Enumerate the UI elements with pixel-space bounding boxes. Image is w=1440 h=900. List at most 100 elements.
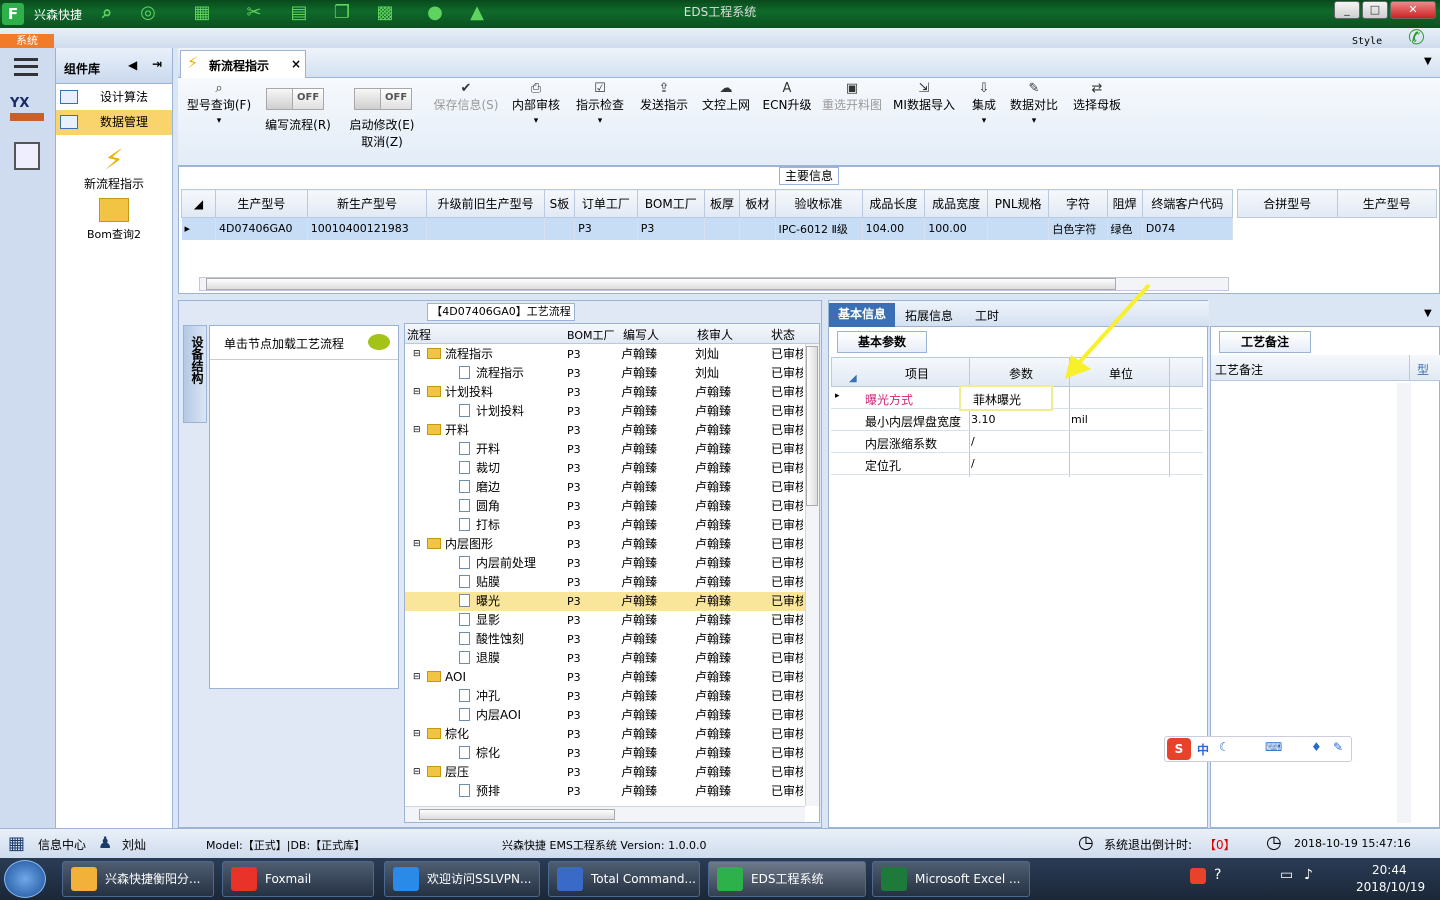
- notes-scrollbar[interactable]: [1397, 383, 1411, 823]
- tree-row[interactable]: 内层AOI P3 卢翰臻 卢翰臻 已审核: [405, 706, 819, 725]
- table-cell[interactable]: [544, 217, 576, 240]
- edit-flow-toggle[interactable]: OFF: [266, 88, 324, 110]
- tree-node[interactable]: 磨边: [459, 478, 559, 497]
- integrate-button[interactable]: ⇩ 集成 ▾: [966, 82, 1002, 128]
- col-header[interactable]: 板厚: [703, 189, 741, 218]
- tree-node[interactable]: 内层AOI: [459, 706, 559, 725]
- tab-close-icon[interactable]: ×: [291, 57, 301, 71]
- save-info-button[interactable]: ✔ 保存信息(S): [428, 82, 504, 113]
- tab-new-flow[interactable]: ⚡ 新流程指示 ×: [180, 50, 306, 78]
- start-modify-toggle[interactable]: OFF: [354, 88, 412, 110]
- tree-node[interactable]: 棕化: [427, 725, 557, 744]
- tree-row[interactable]: 开料 P3 卢翰臻 卢翰臻 已审核: [405, 440, 819, 459]
- table-cell[interactable]: 绿色: [1107, 217, 1143, 240]
- collapse-left-icon[interactable]: ◀: [128, 58, 137, 72]
- process-tree-grid[interactable]: 流程 BOM工厂 编写人 核审人 状态 流程指示⊟P3卢翰臻刘灿已审核流程指示P…: [404, 323, 820, 823]
- data-compare-button[interactable]: ✎ 数据对比 ▾: [1008, 82, 1060, 128]
- tree-node[interactable]: 层压: [427, 763, 557, 782]
- basic-params-tab[interactable]: 基本参数: [837, 331, 927, 353]
- collapse-toggle-icon[interactable]: ⊟: [413, 345, 421, 364]
- tree-node[interactable]: 计划投料: [427, 383, 557, 402]
- style-menu[interactable]: Style: [1352, 36, 1382, 47]
- tree-node[interactable]: 预排: [459, 782, 559, 801]
- tab-extended-info[interactable]: 拓展信息: [905, 307, 953, 324]
- table-cell[interactable]: D074: [1142, 217, 1234, 240]
- tree-row[interactable]: 内层图形 ⊟ P3 卢翰臻 卢翰臻 已审核: [405, 535, 819, 554]
- col-header[interactable]: 订单工厂: [574, 189, 638, 218]
- taskbar-item-total-commander[interactable]: Total Command...: [548, 861, 700, 897]
- collapse-toggle-icon[interactable]: ⊟: [413, 668, 421, 687]
- start-button[interactable]: [4, 860, 46, 898]
- tree-row[interactable]: 流程指示 P3 卢翰臻 刘灿 已审核: [405, 364, 819, 383]
- tree-node[interactable]: AOI: [427, 668, 557, 687]
- side-tab-equipment[interactable]: 设备结构: [183, 325, 207, 423]
- taskbar-item-xingsen[interactable]: 兴森快捷衡阳分...: [62, 861, 214, 897]
- calculator-icon[interactable]: [14, 142, 40, 170]
- col-header[interactable]: 升级前旧生产型号: [426, 189, 545, 218]
- tab-basic-info[interactable]: 基本信息: [829, 303, 895, 327]
- tree-row[interactable]: 贴膜 P3 卢翰臻 卢翰臻 已审核: [405, 573, 819, 592]
- table-cell[interactable]: 白色字符: [1048, 217, 1108, 240]
- col-header[interactable]: 字符: [1048, 189, 1108, 218]
- tree-row[interactable]: 层压 ⊟ P3 卢翰臻 卢翰臻 已审核: [405, 763, 819, 782]
- table-cell[interactable]: [426, 217, 545, 240]
- col-header[interactable]: 阻焊: [1106, 189, 1143, 218]
- close-button[interactable]: ✕: [1390, 1, 1436, 19]
- collapse-toggle-icon[interactable]: ⊟: [413, 725, 421, 744]
- table-cell[interactable]: IPC-6012 Ⅱ级: [775, 217, 863, 240]
- param-value[interactable]: 3.10: [971, 413, 996, 426]
- send-instruction-button[interactable]: ⇪ 发送指示: [638, 82, 690, 113]
- tray-network-icon[interactable]: ▭: [1280, 867, 1293, 883]
- taskbar-item-excel[interactable]: Microsoft Excel ...: [872, 861, 1030, 897]
- col-header[interactable]: 验收标准: [774, 189, 863, 218]
- param-row[interactable]: 定位孔 /: [831, 453, 1203, 475]
- tree-node[interactable]: 开料: [459, 440, 559, 459]
- phone-icon[interactable]: ✆: [1408, 25, 1425, 49]
- param-row[interactable]: 内层涨缩系数 /: [831, 431, 1203, 453]
- tree-vertical-scrollbar[interactable]: [805, 344, 819, 806]
- ime-toolbar[interactable]: S 中 ☾ ⌨ ♦ ✎: [1164, 736, 1352, 762]
- col-header[interactable]: 终端客户代码: [1141, 189, 1234, 218]
- tree-row[interactable]: 裁切 P3 卢翰臻 卢翰臻 已审核: [405, 459, 819, 478]
- tree-node[interactable]: 计划投料: [459, 402, 559, 421]
- tray-help-icon[interactable]: ?: [1214, 867, 1221, 883]
- collapse-toggle-icon[interactable]: ⊟: [413, 535, 421, 554]
- instruction-check-button[interactable]: ☑ 指示检查 ▾: [574, 82, 626, 128]
- col-header[interactable]: S板: [543, 189, 576, 218]
- table-cell[interactable]: 104.00: [862, 217, 926, 240]
- comp-item-design-algorithm[interactable]: 设计算法: [56, 85, 172, 110]
- col-header[interactable]: 成品长度: [861, 189, 926, 218]
- collapse-toggle-icon[interactable]: ⊟: [413, 383, 421, 402]
- tree-row[interactable]: 流程指示 ⊟ P3 卢翰臻 刘灿 已审核: [405, 345, 819, 364]
- table-row[interactable]: ▸ 4D07406GA0 10010400121983 P3 P3 IPC-6012 Ⅱ级…: [181, 217, 1234, 240]
- col-header[interactable]: 生产型号: [215, 189, 308, 218]
- tree-node[interactable]: 贴膜: [459, 573, 559, 592]
- tree-node[interactable]: 内层前处理: [459, 554, 559, 573]
- tree-row[interactable]: 内层前处理 P3 卢翰臻 卢翰臻 已审核: [405, 554, 819, 573]
- col-header[interactable]: 成品宽度: [924, 189, 988, 218]
- tree-node[interactable]: 退膜: [459, 649, 559, 668]
- param-row[interactable]: 最小内层焊盘宽度 3.10 mil: [831, 409, 1203, 431]
- tree-row[interactable]: 冲孔 P3 卢翰臻 卢翰臻 已审核: [405, 687, 819, 706]
- table-cell[interactable]: 10010400121983: [307, 217, 428, 240]
- taskbar-item-sslvpn[interactable]: 欢迎访问SSLVPN...: [384, 861, 540, 897]
- col-header[interactable]: 板材: [739, 189, 776, 218]
- tree-node[interactable]: 显影: [459, 611, 559, 630]
- table-cell[interactable]: [987, 217, 1050, 240]
- tree-row[interactable]: 计划投料 ⊟ P3 卢翰臻 卢翰臻 已审核: [405, 383, 819, 402]
- tree-node[interactable]: 棕化: [459, 744, 559, 763]
- pin-icon[interactable]: ⇥: [152, 57, 162, 71]
- table-cell[interactable]: [704, 217, 741, 240]
- tree-row[interactable]: 曝光 P3 卢翰臻 卢翰臻 已审核: [405, 592, 819, 611]
- col-header[interactable]: PNL规格: [986, 189, 1050, 218]
- collapse-toggle-icon[interactable]: ⊟: [413, 763, 421, 782]
- merge-model-table[interactable]: 合拼型号 生产型号: [1237, 189, 1437, 218]
- tree-node[interactable]: 圆角: [459, 497, 559, 516]
- tree-row[interactable]: 棕化 P3 卢翰臻 卢翰臻 已审核: [405, 744, 819, 763]
- ecn-upgrade-button[interactable]: A ECN升级: [762, 82, 812, 113]
- yx-module-icon[interactable]: YX: [10, 96, 44, 126]
- tree-node[interactable]: 流程指示: [459, 364, 559, 383]
- tree-node[interactable]: 冲孔: [459, 687, 559, 706]
- tree-row[interactable]: 计划投料 P3 卢翰臻 卢翰臻 已审核: [405, 402, 819, 421]
- param-value[interactable]: /: [971, 435, 975, 448]
